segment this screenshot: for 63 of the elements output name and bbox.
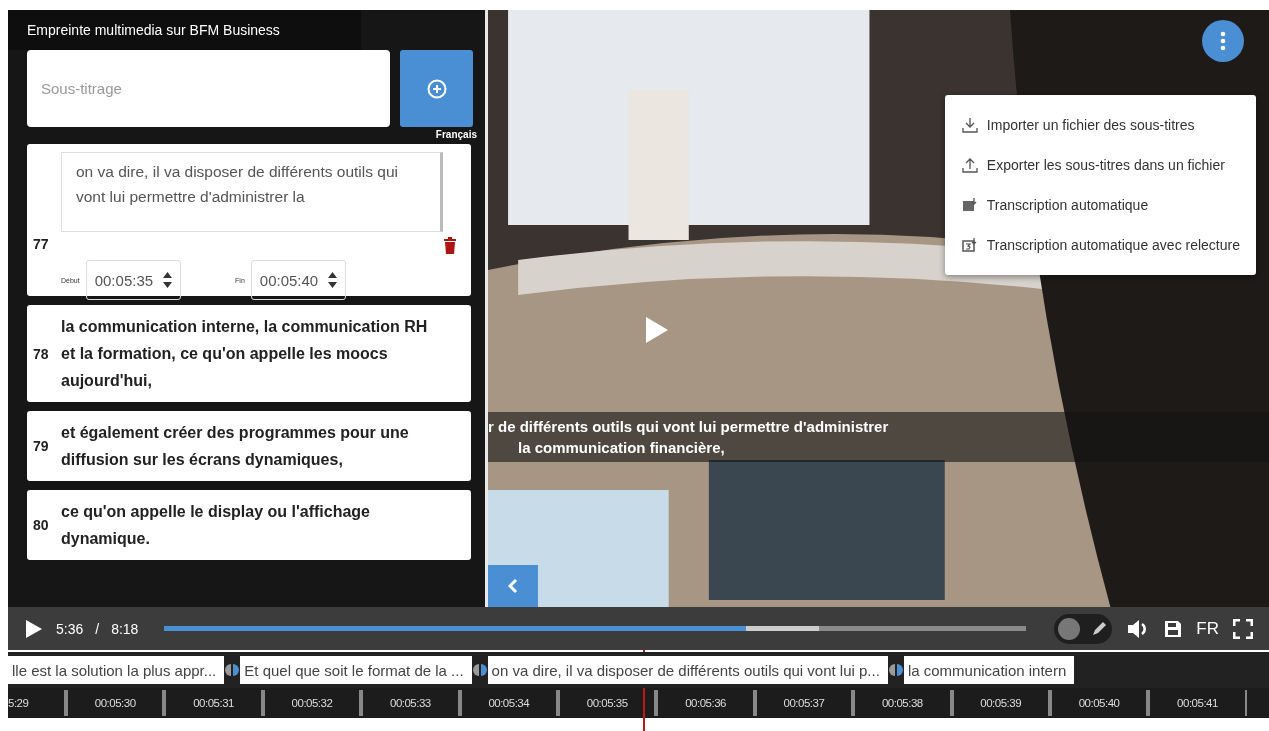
spinner-icon[interactable]: [328, 271, 338, 289]
time-tick: 00:05:32: [262, 690, 362, 716]
subtitle-text: et également créer des programmes pour une diffusion sur les écrans dynamiques,: [61, 423, 410, 470]
subtitle-text: ce qu'on appelle le display ou l'affichage dynamique.: [61, 502, 371, 549]
caption-line: la communication financière,: [517, 439, 726, 456]
play-icon[interactable]: [646, 317, 668, 343]
end-time-field[interactable]: 00:05:40: [250, 260, 347, 300]
more-icon: [1220, 31, 1226, 51]
time-tick: 00:05:30: [66, 690, 165, 716]
subtitle-input[interactable]: Sous-titrage: [27, 50, 390, 127]
subtitle-segment[interactable]: Et quel que soit le format de la ...: [240, 656, 472, 684]
subtitle-text: la communication interne, la communication RH et la formation, ce qu'on appelle les moocs aujourd'hui,: [61, 317, 429, 391]
subtitle-number: 78: [33, 345, 50, 362]
time-tick: 00:05:40: [1049, 690, 1149, 716]
time-tick: 00:05:37: [754, 690, 854, 716]
play-icon: [26, 619, 42, 638]
menu-item[interactable]: Transcription automatique avec relecture: [944, 225, 1256, 265]
fullscreen-icon: [1233, 618, 1253, 639]
time-separator: /: [95, 620, 100, 637]
chevron-left-icon: [508, 578, 518, 594]
document-icon: [960, 236, 979, 254]
time-tick: 00:05:39: [951, 690, 1050, 716]
subtitle-textarea[interactable]: on va dire, il va disposer de différents outils qui vont lui permettre d'administrer la: [61, 152, 443, 232]
subtitle-number: 77: [33, 236, 50, 252]
subtitle-segment[interactable]: lle est la solution la plus appr...: [8, 656, 225, 684]
add-icon: [426, 78, 447, 99]
trash-icon[interactable]: [443, 237, 457, 254]
upload-icon: [960, 156, 979, 174]
time-tick: 00:05:41: [1148, 690, 1247, 716]
subtitle-segment[interactable]: on va dire, il va disposer de différents outils qui vont lui p...: [487, 656, 888, 684]
current-time: 5:36: [56, 620, 84, 637]
language-label: Français: [435, 128, 478, 142]
subtitle-card[interactable]: 79 et également créer des programmes pour une diffusion sur les écrans dynamiques,: [27, 411, 471, 481]
project-title: Empreinte multimedia sur BFM Business: [8, 10, 361, 50]
time-tick: 00:05:36: [656, 690, 755, 716]
menu-item[interactable]: Exporter les sous-titres dans un fichier: [944, 145, 1256, 185]
language-button[interactable]: FR: [1196, 618, 1219, 639]
document-icon: [960, 196, 979, 214]
time-tick: 00:05:34: [459, 690, 558, 716]
play-button[interactable]: [26, 619, 42, 638]
save-button[interactable]: [1164, 619, 1183, 638]
start-time-field[interactable]: 00:05:35: [85, 260, 182, 300]
menu-item[interactable]: Importer un fichier des sous-titres: [944, 105, 1256, 145]
fullscreen-button[interactable]: [1233, 618, 1253, 639]
progress-track[interactable]: [164, 626, 1027, 631]
caption-line: r de différents outils qui vont lui permettre d'administrer: [488, 418, 890, 435]
pencil-icon: [1090, 619, 1109, 638]
time-tick: 5:29: [8, 690, 66, 716]
spinner-icon[interactable]: [163, 271, 173, 289]
subtitle-number: 80: [33, 517, 50, 533]
add-button[interactable]: [400, 50, 473, 127]
subtitle-card[interactable]: 80 ce qu'on appelle le display ou l'affichage dynamique.: [27, 490, 471, 560]
duration: 8:18: [111, 620, 139, 637]
time-tick: 00:05:38: [853, 690, 952, 716]
subtitle-card[interactable]: 78 la communication interne, la communication RH et la formation, ce qu'on appelle les moocs aujourd'hui,: [27, 305, 471, 402]
time-tick: 00:05:33: [361, 690, 460, 716]
subtitle-number: 79: [33, 438, 50, 454]
edit-toggle[interactable]: [1054, 613, 1113, 644]
menu-item[interactable]: Transcription automatique: [944, 185, 1256, 225]
time-tick: 00:05:31: [164, 690, 263, 716]
save-icon: [1164, 619, 1183, 638]
subtitle-segment[interactable]: la communication intern: [903, 656, 1075, 684]
download-icon: [960, 116, 979, 134]
